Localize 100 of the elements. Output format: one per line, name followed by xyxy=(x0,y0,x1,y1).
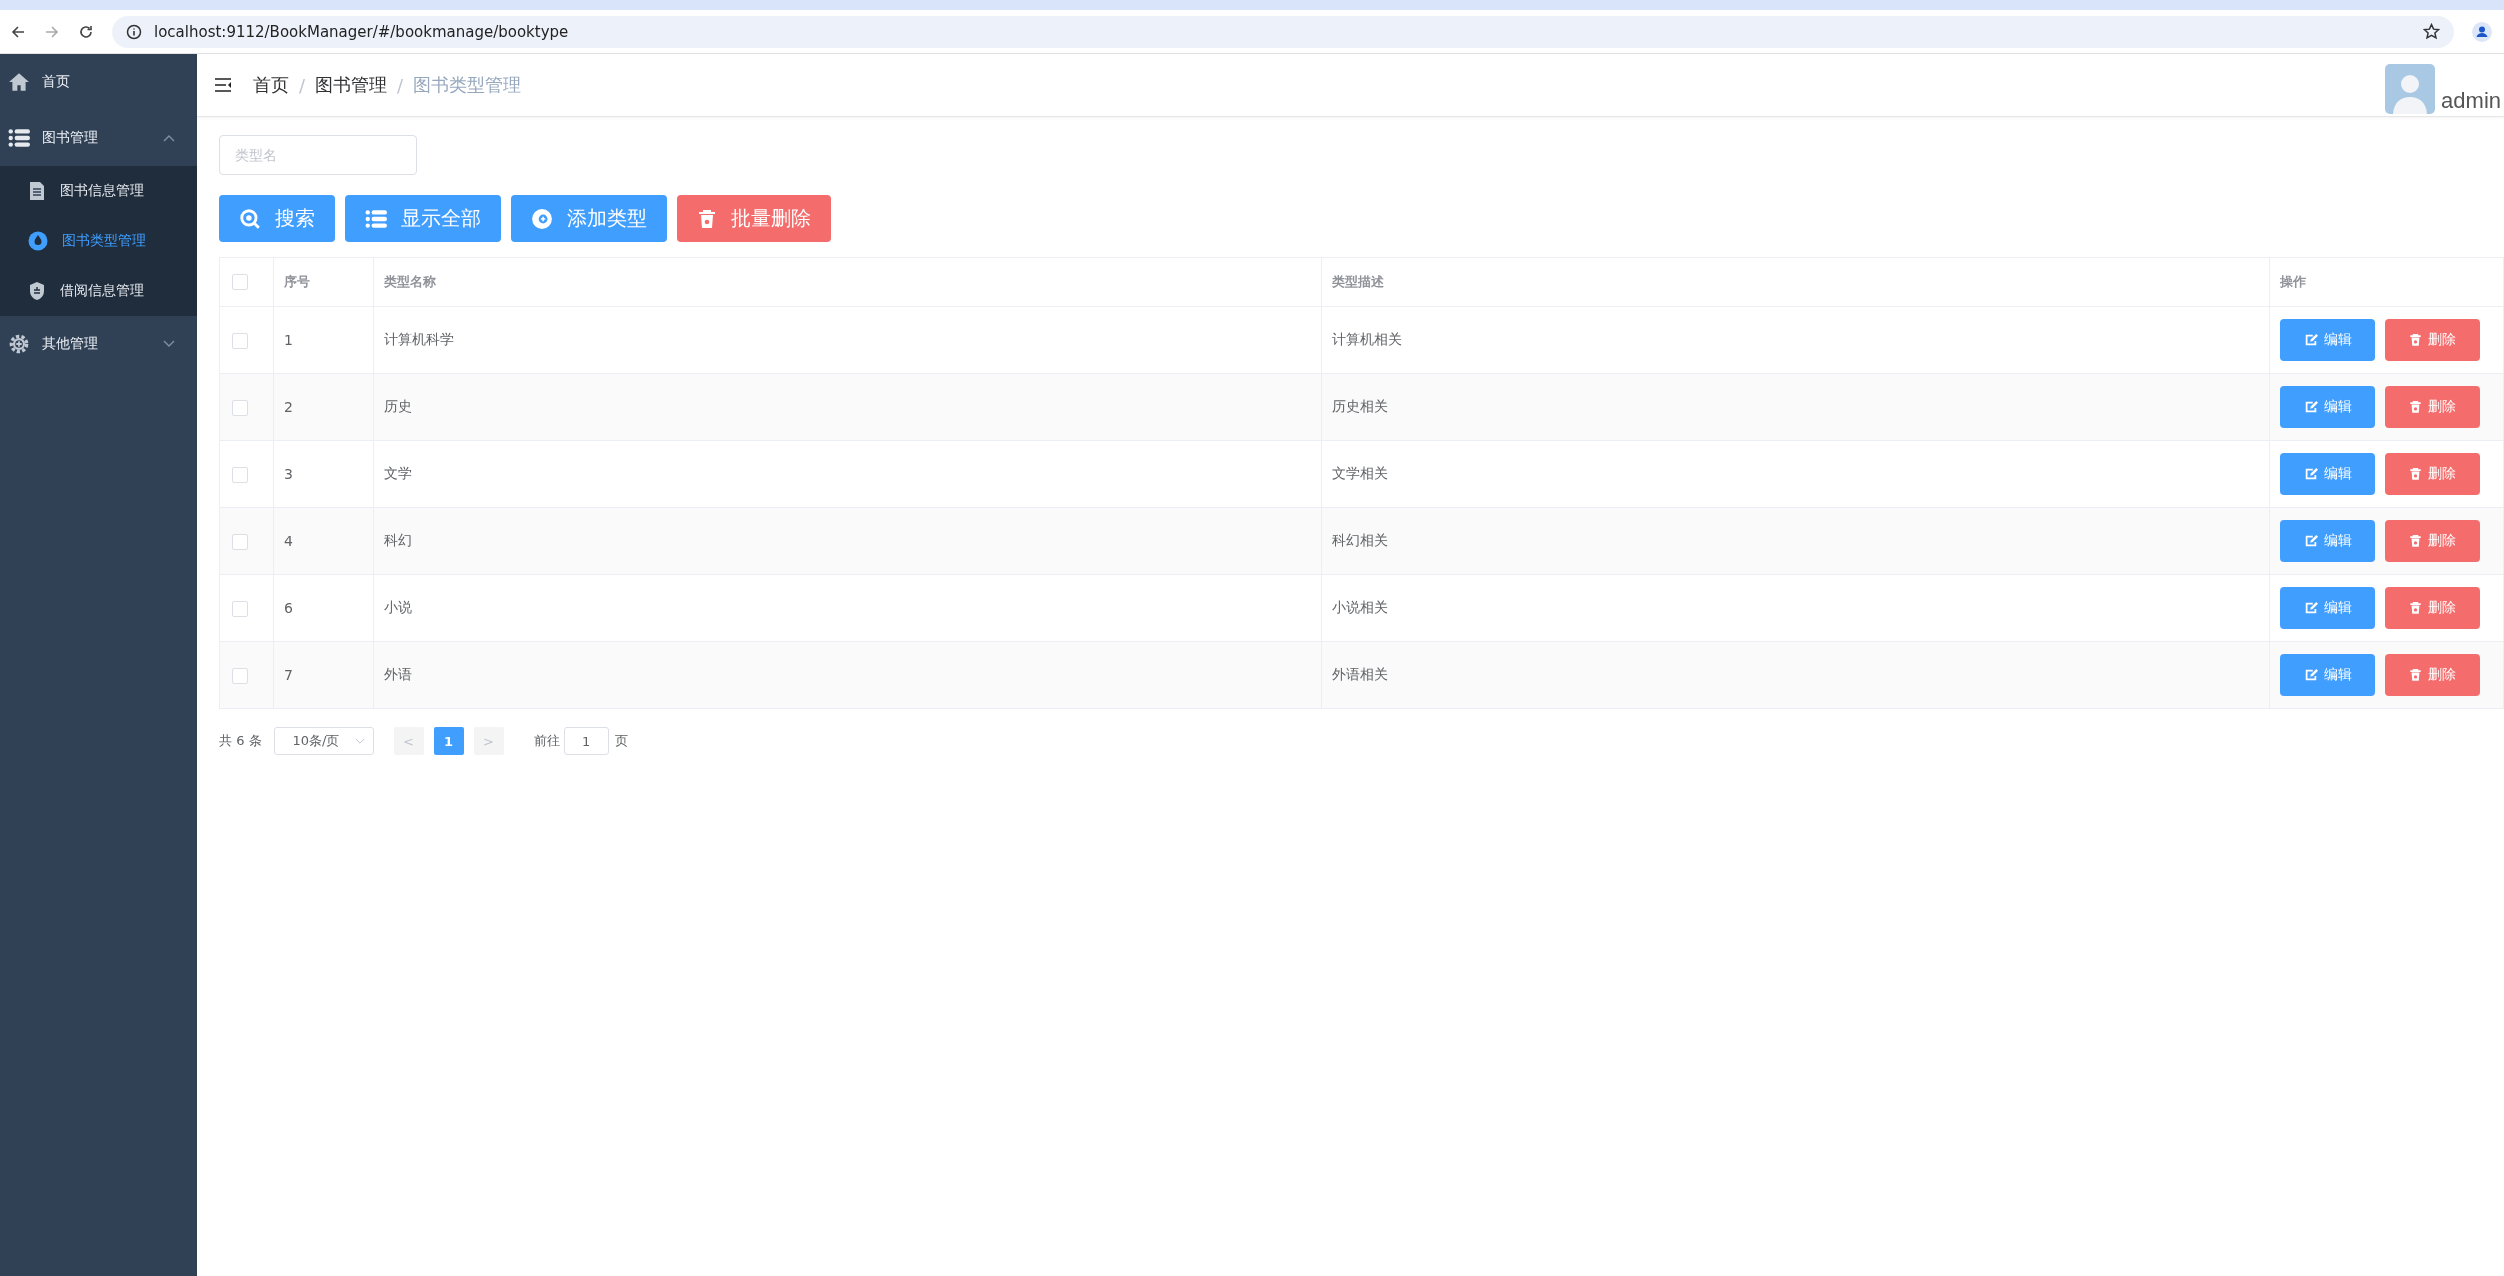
breadcrumb-link[interactable]: 图书管理 xyxy=(315,73,388,97)
list-icon xyxy=(365,207,387,230)
column-header: 操作 xyxy=(2269,257,2504,307)
row-checkbox[interactable] xyxy=(232,533,248,550)
forward-arrow-icon[interactable] xyxy=(44,23,60,40)
list-icon xyxy=(8,127,30,149)
delete-button[interactable]: 删除 xyxy=(2385,587,2480,629)
gear-icon xyxy=(8,333,30,355)
delete-button[interactable]: 删除 xyxy=(2385,520,2480,562)
shield-icon xyxy=(28,281,46,301)
trash-icon xyxy=(697,207,717,230)
column-header: 类型描述 xyxy=(1321,257,2270,307)
table-cell: 小说 xyxy=(373,574,1322,642)
table-cell: 3 xyxy=(273,440,374,508)
edit-button[interactable]: 编辑 xyxy=(2280,587,2375,629)
edit-button[interactable]: 编辑 xyxy=(2280,654,2375,696)
menu-item[interactable]: 首页 xyxy=(0,54,197,110)
submenu-item[interactable]: 借阅信息管理 xyxy=(0,266,197,316)
add-circle-icon xyxy=(531,207,553,230)
edit-button[interactable]: 编辑 xyxy=(2280,453,2375,495)
breadcrumb-separator: / xyxy=(397,74,404,96)
delete-button[interactable]: 删除 xyxy=(2385,319,2480,361)
row-checkbox[interactable] xyxy=(232,466,248,483)
table-cell: 文学 xyxy=(373,440,1322,508)
search-icon xyxy=(239,207,261,230)
profile-icon[interactable] xyxy=(2472,21,2492,42)
edit-icon xyxy=(2303,668,2318,682)
submenu-item[interactable]: 图书信息管理 xyxy=(0,166,197,216)
toolbar-button[interactable]: 搜索 xyxy=(219,195,335,242)
page-number[interactable]: 1 xyxy=(433,727,464,755)
edit-icon xyxy=(2303,534,2318,548)
info-icon xyxy=(126,23,142,40)
delete-button[interactable]: 删除 xyxy=(2385,453,2480,495)
trash-icon xyxy=(2409,333,2422,347)
toolbar-button[interactable]: 批量删除 xyxy=(677,195,831,242)
table-cell: 1 xyxy=(273,306,374,374)
delete-button[interactable]: 删除 xyxy=(2385,654,2480,696)
water-drop-icon xyxy=(28,231,48,251)
page-size-select[interactable]: 10条/页 xyxy=(273,727,374,755)
table-cell: 计算机相关 xyxy=(1321,306,2270,374)
reload-icon[interactable] xyxy=(78,23,94,40)
chevron-down-icon xyxy=(354,737,365,745)
table-cell: 文学相关 xyxy=(1321,440,2270,508)
trash-icon xyxy=(2409,400,2422,414)
row-checkbox[interactable] xyxy=(232,667,248,684)
table-cell: 科幻相关 xyxy=(1321,507,2270,575)
table-cell: 外语 xyxy=(373,641,1322,709)
table-cell: 历史 xyxy=(373,373,1322,441)
edit-button[interactable]: 编辑 xyxy=(2280,319,2375,361)
avatar-image[interactable] xyxy=(2385,64,2436,114)
username[interactable]: admin xyxy=(2441,88,2501,114)
table-cell: 科幻 xyxy=(373,507,1322,575)
edit-icon xyxy=(2303,601,2318,615)
trash-icon xyxy=(2409,668,2422,682)
back-arrow-icon[interactable] xyxy=(10,23,26,40)
menu-item[interactable]: 图书管理 xyxy=(0,110,197,166)
edit-button[interactable]: 编辑 xyxy=(2280,386,2375,428)
breadcrumb-link[interactable]: 首页 xyxy=(253,73,289,97)
bookmark-star-icon[interactable] xyxy=(2423,23,2440,40)
column-header: 类型名称 xyxy=(373,257,1322,307)
menu-item[interactable]: 其他管理 xyxy=(0,316,197,372)
row-checkbox[interactable] xyxy=(232,600,248,617)
trash-icon xyxy=(2409,467,2422,481)
toolbar-button[interactable]: 显示全部 xyxy=(345,195,501,242)
edit-icon xyxy=(2303,467,2318,481)
type-name-field[interactable]: 类型名 xyxy=(219,135,417,175)
edit-icon xyxy=(2303,400,2318,414)
table-cell: 2 xyxy=(273,373,374,441)
table-cell: 7 xyxy=(273,641,374,709)
trash-icon xyxy=(2409,534,2422,548)
submenu-item[interactable]: 图书类型管理 xyxy=(0,216,197,266)
table-cell: 6 xyxy=(273,574,374,642)
page-suffix: 页 xyxy=(614,732,628,750)
table-cell: 小说相关 xyxy=(1321,574,2270,642)
select-all-checkbox[interactable] xyxy=(232,274,248,291)
column-header: 序号 xyxy=(273,257,374,307)
document-icon xyxy=(28,181,46,201)
chevron-up-icon xyxy=(163,134,175,142)
next-page-button[interactable]: > xyxy=(473,727,504,755)
goto-page-field[interactable]: 1 xyxy=(563,727,609,755)
delete-button[interactable]: 删除 xyxy=(2385,386,2480,428)
table-cell: 外语相关 xyxy=(1321,641,2270,709)
table-cell: 计算机科学 xyxy=(373,306,1322,374)
previous-page-button[interactable]: < xyxy=(393,727,424,755)
total-count: 共 6 条 xyxy=(219,732,262,750)
trash-icon xyxy=(2409,601,2422,615)
address-bar[interactable]: localhost:9112/BookManager/#/bookmanage/booktype xyxy=(112,15,2454,48)
row-checkbox[interactable] xyxy=(232,332,248,349)
table-cell: 4 xyxy=(273,507,374,575)
table-cell: 历史相关 xyxy=(1321,373,2270,441)
edit-icon xyxy=(2303,333,2318,347)
toolbar-button[interactable]: 添加类型 xyxy=(511,195,667,242)
breadcrumb-separator: / xyxy=(299,74,306,96)
edit-button[interactable]: 编辑 xyxy=(2280,520,2375,562)
goto-label: 前往 xyxy=(533,732,560,750)
home-icon xyxy=(8,71,30,93)
url-text: localhost:9112/BookManager/#/bookmanage/booktype xyxy=(154,22,570,41)
menu-icon[interactable] xyxy=(215,78,231,92)
chevron-down-icon xyxy=(163,340,175,348)
row-checkbox[interactable] xyxy=(232,399,248,416)
